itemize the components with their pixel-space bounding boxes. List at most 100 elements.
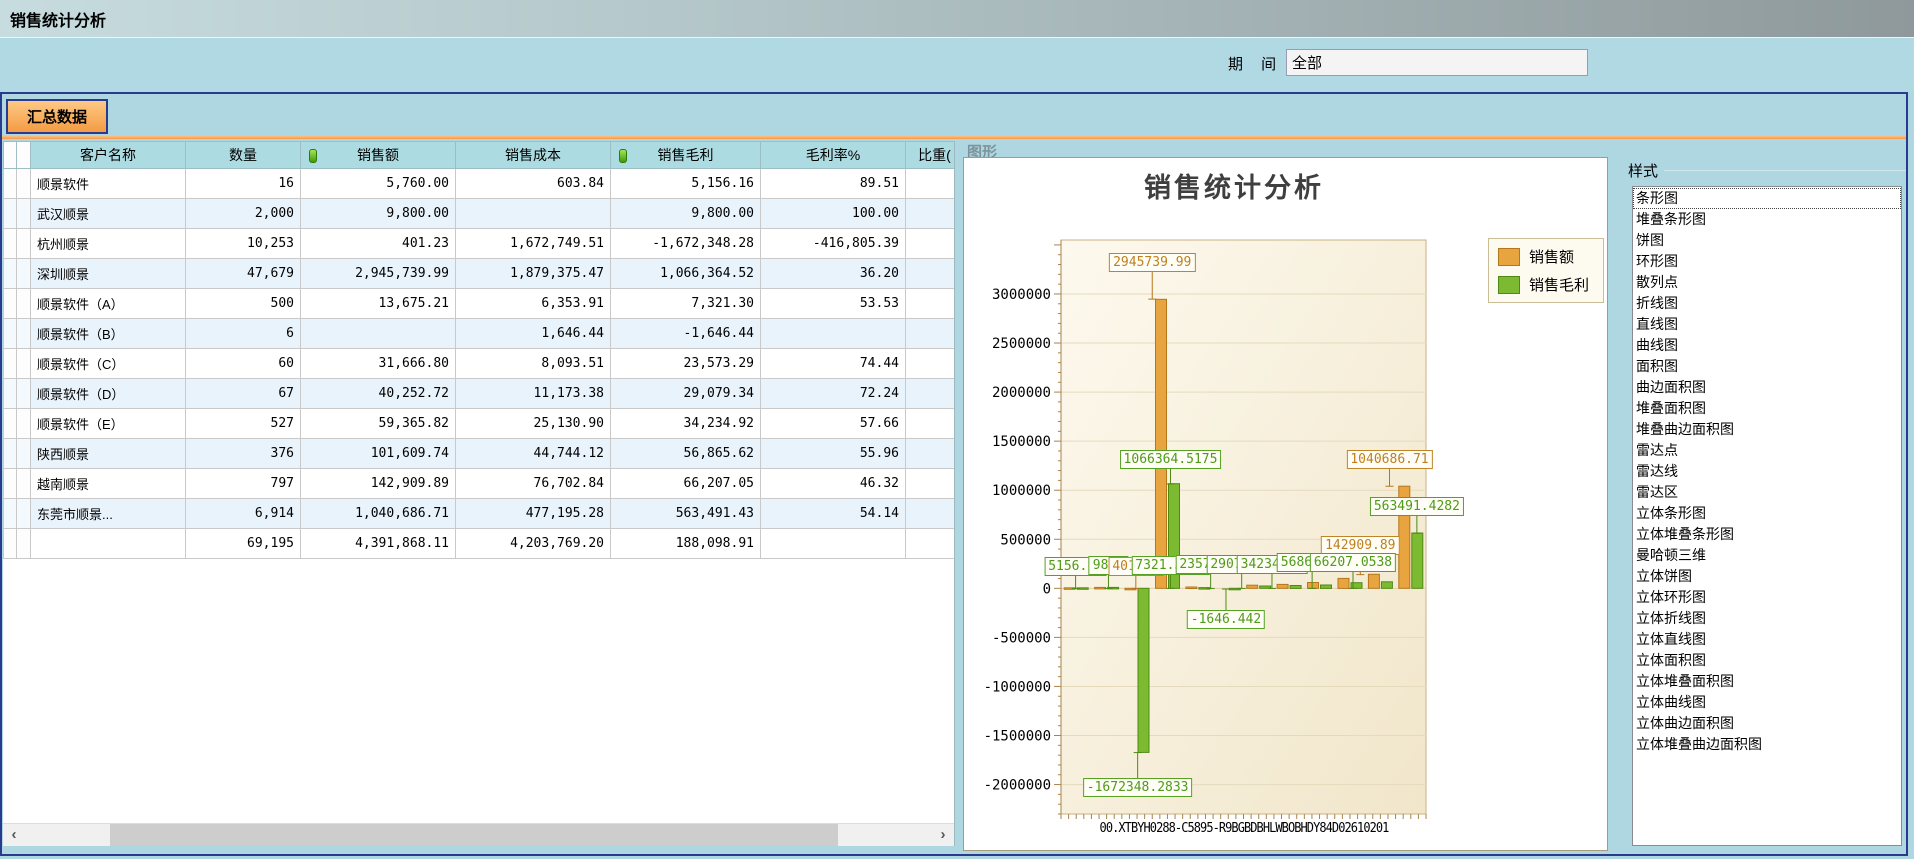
- customer-name-cell: 武汉顺景: [31, 199, 186, 229]
- column-header[interactable]: 毛利率%: [761, 142, 906, 169]
- style-list-item[interactable]: 立体直线图: [1633, 629, 1901, 650]
- customer-name-cell: 杭州顺景: [31, 229, 186, 259]
- value-cell: 11,173.38: [456, 379, 611, 409]
- period-input[interactable]: [1286, 49, 1588, 76]
- table-row[interactable]: 顺景软件（E）52759,365.8225,130.9034,234.9257.…: [4, 409, 956, 439]
- chart-data-label: 142909.89: [1321, 536, 1399, 555]
- row-indicator[interactable]: [17, 409, 31, 439]
- row-indicator[interactable]: [17, 229, 31, 259]
- value-cell: 55.96: [761, 439, 906, 469]
- style-list-item[interactable]: 堆叠曲边面积图: [1633, 419, 1901, 440]
- value-cell: 401.23: [301, 229, 456, 259]
- value-cell: 1,066,364.52: [611, 259, 761, 289]
- row-indicator[interactable]: [4, 289, 17, 319]
- style-list-item[interactable]: 立体堆叠条形图: [1633, 524, 1901, 545]
- table-row[interactable]: 顺景软件（D）6740,252.7211,173.3829,079.3472.2…: [4, 379, 956, 409]
- table-total-row[interactable]: 69,1954,391,868.114,203,769.20188,098.91: [4, 529, 956, 559]
- column-header[interactable]: 销售额: [301, 142, 456, 169]
- scrollbar-track[interactable]: [25, 824, 932, 846]
- row-indicator[interactable]: [4, 379, 17, 409]
- style-list-item[interactable]: 立体堆叠面积图: [1633, 671, 1901, 692]
- row-indicator[interactable]: [17, 289, 31, 319]
- row-indicator[interactable]: [17, 499, 31, 529]
- row-indicator[interactable]: [4, 529, 17, 559]
- row-indicator[interactable]: [17, 469, 31, 499]
- style-list-item[interactable]: 立体曲线图: [1633, 692, 1901, 713]
- style-list-item[interactable]: 立体面积图: [1633, 650, 1901, 671]
- style-list-item[interactable]: 雷达点: [1633, 440, 1901, 461]
- style-list-item[interactable]: 直线图: [1633, 314, 1901, 335]
- bar-sales: [1156, 299, 1167, 588]
- style-list-item[interactable]: 立体饼图: [1633, 566, 1901, 587]
- row-indicator[interactable]: [17, 169, 31, 199]
- scrollbar-thumb[interactable]: [110, 824, 838, 846]
- row-indicator[interactable]: [17, 259, 31, 289]
- row-indicator[interactable]: [17, 319, 31, 349]
- table-row[interactable]: 顺景软件（C）6031,666.808,093.5123,573.2974.44: [4, 349, 956, 379]
- chart-data-label: 1040686.71: [1346, 450, 1432, 469]
- row-indicator[interactable]: [4, 259, 17, 289]
- row-indicator[interactable]: [4, 469, 17, 499]
- row-indicator[interactable]: [17, 379, 31, 409]
- style-list-item[interactable]: 环形图: [1633, 251, 1901, 272]
- customer-name-cell: 顺景软件（E）: [31, 409, 186, 439]
- value-cell: 66,207.05: [611, 469, 761, 499]
- window-title-bar: 销售统计分析: [0, 0, 1914, 38]
- value-cell: 1,040,686.71: [301, 499, 456, 529]
- style-list-item[interactable]: 立体环形图: [1633, 587, 1901, 608]
- tab-summary-data[interactable]: 汇总数据: [6, 99, 108, 134]
- style-list-item[interactable]: 饼图: [1633, 230, 1901, 251]
- value-cell: 16: [186, 169, 301, 199]
- horizontal-scrollbar[interactable]: ‹ ›: [3, 823, 954, 846]
- table-row[interactable]: 杭州顺景10,253401.231,672,749.51-1,672,348.2…: [4, 229, 956, 259]
- table-row[interactable]: 武汉顺景2,0009,800.009,800.00100.00: [4, 199, 956, 229]
- table-row[interactable]: 东莞市顺景...6,9141,040,686.71477,195.28563,4…: [4, 499, 956, 529]
- table-row[interactable]: 顺景软件165,760.00603.845,156.1689.51: [4, 169, 956, 199]
- legend-label: 销售毛利: [1529, 274, 1589, 295]
- scroll-right-arrow[interactable]: ›: [932, 824, 954, 846]
- style-list-item[interactable]: 立体堆叠曲边面积图: [1633, 734, 1901, 755]
- style-list-item[interactable]: 雷达区: [1633, 482, 1901, 503]
- style-list-item[interactable]: 曼哈顿三维: [1633, 545, 1901, 566]
- table-row[interactable]: 深圳顺景47,6792,945,739.991,879,375.471,066,…: [4, 259, 956, 289]
- row-indicator[interactable]: [4, 199, 17, 229]
- row-indicator[interactable]: [17, 529, 31, 559]
- table-row[interactable]: 越南顺景797142,909.8976,702.8466,207.0546.32: [4, 469, 956, 499]
- column-header[interactable]: 销售成本: [456, 142, 611, 169]
- style-list-item[interactable]: 条形图: [1633, 188, 1901, 209]
- scroll-left-arrow[interactable]: ‹: [3, 824, 25, 846]
- row-indicator[interactable]: [17, 349, 31, 379]
- row-indicator[interactable]: [4, 229, 17, 259]
- table-row[interactable]: 顺景软件（B）61,646.44-1,646.44: [4, 319, 956, 349]
- value-cell: [906, 199, 956, 229]
- style-list-item[interactable]: 堆叠面积图: [1633, 398, 1901, 419]
- style-list-item[interactable]: 面积图: [1633, 356, 1901, 377]
- table-row[interactable]: 陕西顺景376101,609.7444,744.1256,865.6255.96: [4, 439, 956, 469]
- style-panel-label: 样式: [1628, 160, 1664, 181]
- column-header[interactable]: 销售毛利: [611, 142, 761, 169]
- style-list-item[interactable]: 曲边面积图: [1633, 377, 1901, 398]
- column-header[interactable]: 客户名称: [31, 142, 186, 169]
- style-list-item[interactable]: 立体条形图: [1633, 503, 1901, 524]
- row-indicator[interactable]: [4, 409, 17, 439]
- chart-data-label: 2945739.99: [1109, 253, 1195, 272]
- row-indicator[interactable]: [4, 499, 17, 529]
- style-list-item[interactable]: 散列点: [1633, 272, 1901, 293]
- row-indicator[interactable]: [4, 349, 17, 379]
- bar-profit: [1381, 582, 1392, 589]
- table-row[interactable]: 顺景软件（A）50013,675.216,353.917,321.3053.53: [4, 289, 956, 319]
- style-list-item[interactable]: 立体折线图: [1633, 608, 1901, 629]
- style-list-item[interactable]: 折线图: [1633, 293, 1901, 314]
- row-indicator[interactable]: [4, 169, 17, 199]
- row-indicator[interactable]: [4, 439, 17, 469]
- style-list-item[interactable]: 曲线图: [1633, 335, 1901, 356]
- style-list-item[interactable]: 雷达线: [1633, 461, 1901, 482]
- value-cell: 36.20: [761, 259, 906, 289]
- style-list-item[interactable]: 堆叠条形图: [1633, 209, 1901, 230]
- row-indicator[interactable]: [17, 199, 31, 229]
- row-indicator[interactable]: [4, 319, 17, 349]
- row-indicator[interactable]: [17, 439, 31, 469]
- column-header[interactable]: 比重(: [906, 142, 956, 169]
- column-header[interactable]: 数量: [186, 142, 301, 169]
- style-list-item[interactable]: 立体曲边面积图: [1633, 713, 1901, 734]
